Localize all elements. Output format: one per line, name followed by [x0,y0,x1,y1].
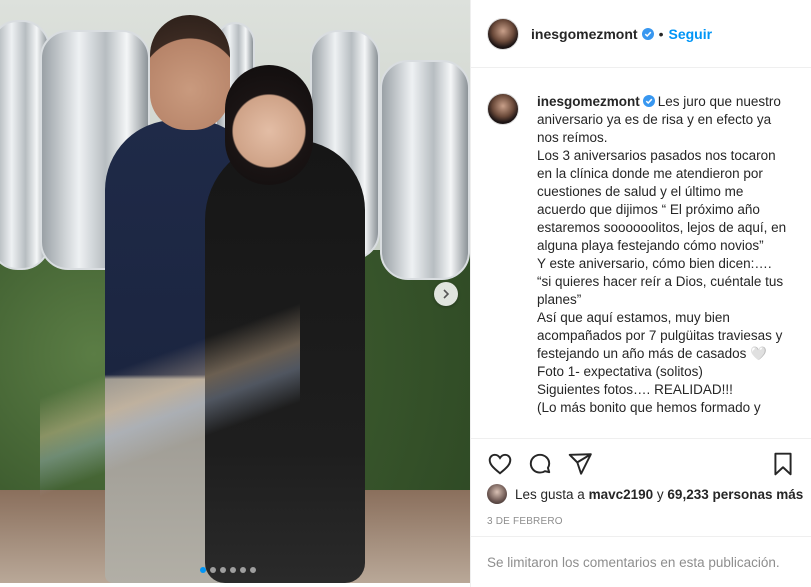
photo-man-head [150,15,230,130]
caption-line: Los 3 aniversarios pasados nos tocaron e… [537,148,790,253]
chevron-right-icon [443,289,450,299]
comments-disabled-notice: Se limitaron los comentarios en esta pub… [471,536,811,587]
photo-light-flare [40,200,300,583]
follow-button[interactable]: Seguir [668,26,712,42]
bookmark-icon[interactable] [770,451,796,477]
paper-plane-icon[interactable] [567,451,593,477]
post-username[interactable]: inesgomezmont [531,26,638,42]
avatar[interactable] [487,17,519,50]
carousel-dot [250,567,256,573]
heart-icon[interactable] [487,451,513,477]
verified-badge-icon [642,95,655,107]
caption-avatar[interactable] [487,93,519,125]
carousel-dot [230,567,236,573]
post-header: inesgomezmont • Seguir [471,0,811,68]
likes-count[interactable]: 69,233 personas más [667,487,803,502]
caption-text: inesgomezmont Les juro que nuestro aniver… [537,93,787,437]
caption-section: inesgomezmont Les juro que nuestro aniver… [471,69,811,437]
caption-line: (Lo más bonito que hemos formado y [537,400,761,415]
header-separator: • [658,25,664,42]
carousel-dot [200,567,206,573]
carousel-indicator [200,567,256,573]
comment-bubble-icon[interactable] [527,451,553,477]
carousel-dot [210,567,216,573]
carousel-next-button[interactable] [434,282,458,306]
likes-prefix: Les gusta a [515,486,585,502]
caption-first-line: inesgomezmont Les juro que nuestro aniver… [537,93,787,147]
likes-user[interactable]: mavc2190 [589,487,654,502]
balloon-letter [380,60,470,280]
likes-summary: Les gusta a mavc2190 y 69,233 personas m… [487,484,803,504]
likes-connector: y [656,486,664,502]
verified-badge-icon [641,27,654,40]
post-actions [471,438,811,477]
photo-woman-head [225,65,313,185]
post-date[interactable]: 3 DE FEBRERO [487,516,563,527]
liker-avatar[interactable] [487,484,507,504]
carousel-dot [220,567,226,573]
carousel-dot [240,567,246,573]
caption-line: Así que aquí estamos, muy bien acompañad… [537,310,787,361]
caption-line: Foto 1- expectativa (solitos) [537,364,703,379]
post-photo[interactable] [0,0,470,583]
caption-line: Siguientes fotos…. REALIDAD!!! [537,382,733,397]
caption-username[interactable]: inesgomezmont [537,94,640,109]
caption-line: Y este aniversario, cómo bien dicen:…. “… [537,256,787,307]
post-side-panel: inesgomezmont • Seguir inesgomezmont Les … [470,0,811,587]
